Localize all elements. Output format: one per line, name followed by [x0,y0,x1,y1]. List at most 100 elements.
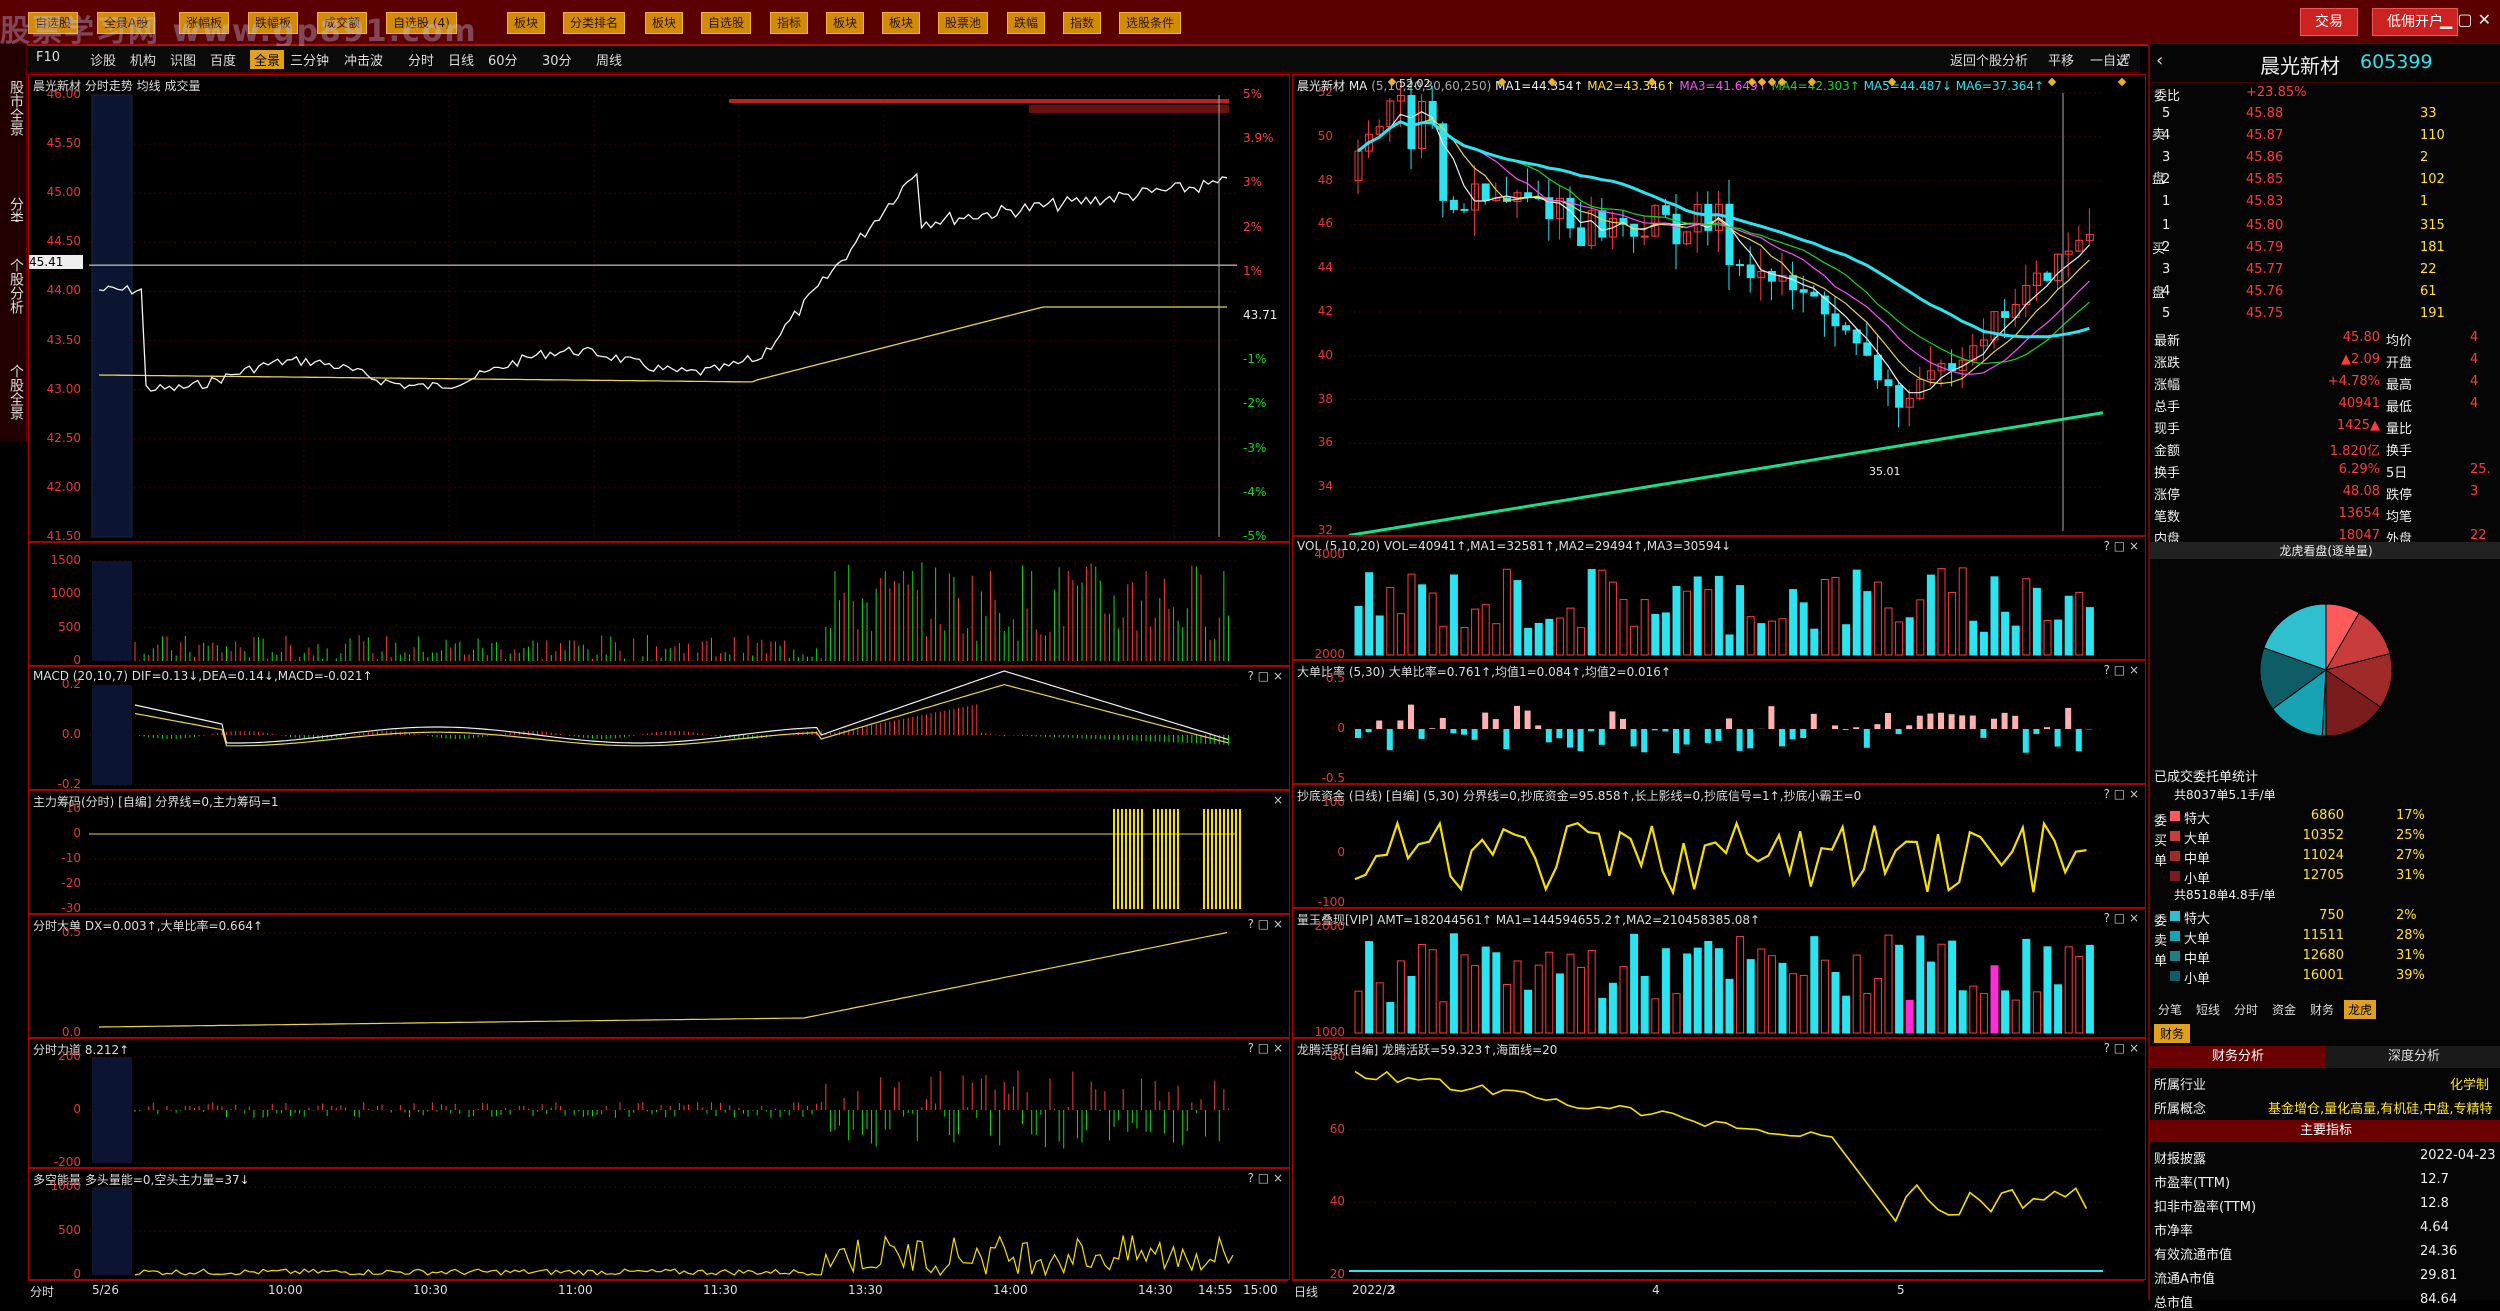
toolbar-item[interactable]: 全景 [250,50,284,69]
liangwang-bar [2065,947,2072,1033]
left-tab[interactable]: 个股分析 [0,222,27,336]
finance-tab[interactable]: 财务 [2154,1024,2190,1043]
level-price: 45.88 [2246,106,2283,121]
quote-label: 涨跌 [2154,352,2180,371]
finance-value: 24.36 [2420,1244,2457,1259]
liangwang-bar [1800,975,1807,1033]
pct-label: 43.71 [1243,308,1277,322]
side-bottom-tab[interactable]: 财务 [2306,1000,2338,1019]
daily-dadan-bar [1631,729,1637,746]
side-bottom-tab[interactable]: 短线 [2192,1000,2224,1019]
level-vol: 61 [2420,284,2437,299]
top-nav-button[interactable]: 选股条件 [1119,12,1181,34]
toolbar-item[interactable]: 日线 [448,50,474,69]
toolbar-right-item[interactable]: 返回个股分析 [1950,50,2028,69]
daily-dadan-bar [1906,725,1912,729]
stat-pct: 27% [2396,848,2425,863]
toolbar-item[interactable]: 识图 [170,50,196,69]
finance-row: 扣非市盈率(TTM)12.8 [2150,1194,2500,1214]
daily-volume-bar [1821,580,1828,655]
daily-dadan-bar [1419,729,1425,739]
daily-dadan-bar [1779,729,1785,746]
depth-analysis-tab[interactable]: 深度分析 [2326,1046,2500,1068]
x-axis-label: 10:00 [268,1283,303,1297]
liangwang-bar [1631,934,1638,1033]
toolbar-item[interactable]: 冲击波 [344,50,383,69]
quote-label: 最高 [2386,374,2412,393]
pct-label: -4% [1243,485,1266,499]
window-controls[interactable]: ▁ ▢ ✕ [2440,10,2491,29]
weibi-row: 委比 +23.85% [2150,82,2500,103]
y-axis-label: 45.50 [31,136,81,150]
daily-dadan-bar [1938,713,1944,729]
toolbar-right-item[interactable]: 平移 [2048,50,2074,69]
daily-dadan-bar [1546,729,1552,742]
level-price: 45.76 [2246,284,2283,299]
x-axis-label: 10:30 [413,1283,448,1297]
toolbar-item[interactable]: 机构 [130,50,156,69]
top-nav-button[interactable]: 板块 [507,12,545,34]
top-nav-button[interactable]: 分类排名 [563,12,625,34]
signal-diamond [1748,78,1756,86]
x-axis-label: 14:55 [1198,1283,1233,1297]
stat-pct: 25% [2396,828,2425,843]
daily-volume-bar [1853,570,1860,655]
finance-label: 总市值 [2154,1292,2193,1311]
top-nav-button[interactable]: 跌幅 [1007,12,1045,34]
level-num: 1 [2162,218,2170,233]
top-nav-button[interactable]: 指数 [1063,12,1101,34]
top-nav-button[interactable]: 板块 [826,12,864,34]
liangwang-bar [1620,967,1627,1033]
liangwang-bar [1874,979,1881,1033]
daily-dadan-bar [1843,729,1849,730]
left-tab[interactable]: 股市全景 [0,44,27,158]
liangwang-bar [2076,956,2083,1033]
top-nav-button[interactable]: 板块 [882,12,920,34]
pct-label: 2% [1243,220,1262,234]
daily-dadan-bar [1949,714,1955,729]
daily-dadan-bar [2065,708,2071,729]
toolbar-item[interactable]: 周线 [596,50,622,69]
y-axis-label: 45.00 [31,185,81,199]
side-bottom-tab[interactable]: 资金 [2268,1000,2300,1019]
side-bottom-tab[interactable]: 分时 [2230,1000,2262,1019]
daily-dadan-bar [1397,720,1403,729]
y-axis-label: 0.0 [31,1025,81,1039]
toolbar-item[interactable]: F10 [36,50,60,65]
level-price: 45.87 [2246,128,2283,143]
quote-row: 现手1425▲量比 [2150,416,2500,436]
top-nav-button[interactable]: 自选股 [701,12,751,34]
back-chevron-icon[interactable]: ‹ [2156,50,2163,71]
daily-volume-bar [1874,582,1881,655]
buy-level-row: 545.75191 [2150,304,2500,324]
toolbar-item[interactable]: 60分 [488,50,518,69]
side-bottom-tab[interactable]: 分笔 [2154,1000,2186,1019]
trade-button[interactable]: 交易 [2300,8,2358,36]
candle-body [1874,355,1881,380]
daily-volume-bar [1503,569,1510,655]
daily-dadan-bar [1864,729,1870,748]
expand-icon[interactable]: ⤢ [2118,50,2130,68]
ma-line [1358,112,2089,393]
candle-body [1482,184,1489,201]
toolbar-item[interactable]: 30分 [542,50,572,69]
toolbar-item[interactable]: 诊股 [90,50,116,69]
daily-dadan-bar [1874,724,1880,729]
top-nav-button[interactable]: 指标 [770,12,808,34]
top-nav-button[interactable]: 板块 [645,12,683,34]
color-swatch [2170,871,2180,881]
daily-volume-bar [1758,624,1765,655]
level-num: 5 [2162,306,2170,321]
toolbar-item[interactable]: 分时 [408,50,434,69]
top-nav-button[interactable]: 股票池 [938,12,988,34]
daily-volume-bar [1843,625,1850,655]
toolbar-item[interactable]: 百度 [210,50,236,69]
finance-analysis-tab[interactable]: 财务分析 [2150,1046,2326,1068]
left-tab[interactable]: 个股全景 [0,328,27,442]
pct-label: -3% [1243,441,1266,455]
daily-dadan-bar [1747,729,1753,748]
toolbar-item[interactable]: 三分钟 [290,50,329,69]
liangwang-bar [1567,954,1574,1033]
side-bottom-tab[interactable]: 龙虎 [2344,1000,2376,1019]
daily-volume-bar [1694,577,1701,655]
